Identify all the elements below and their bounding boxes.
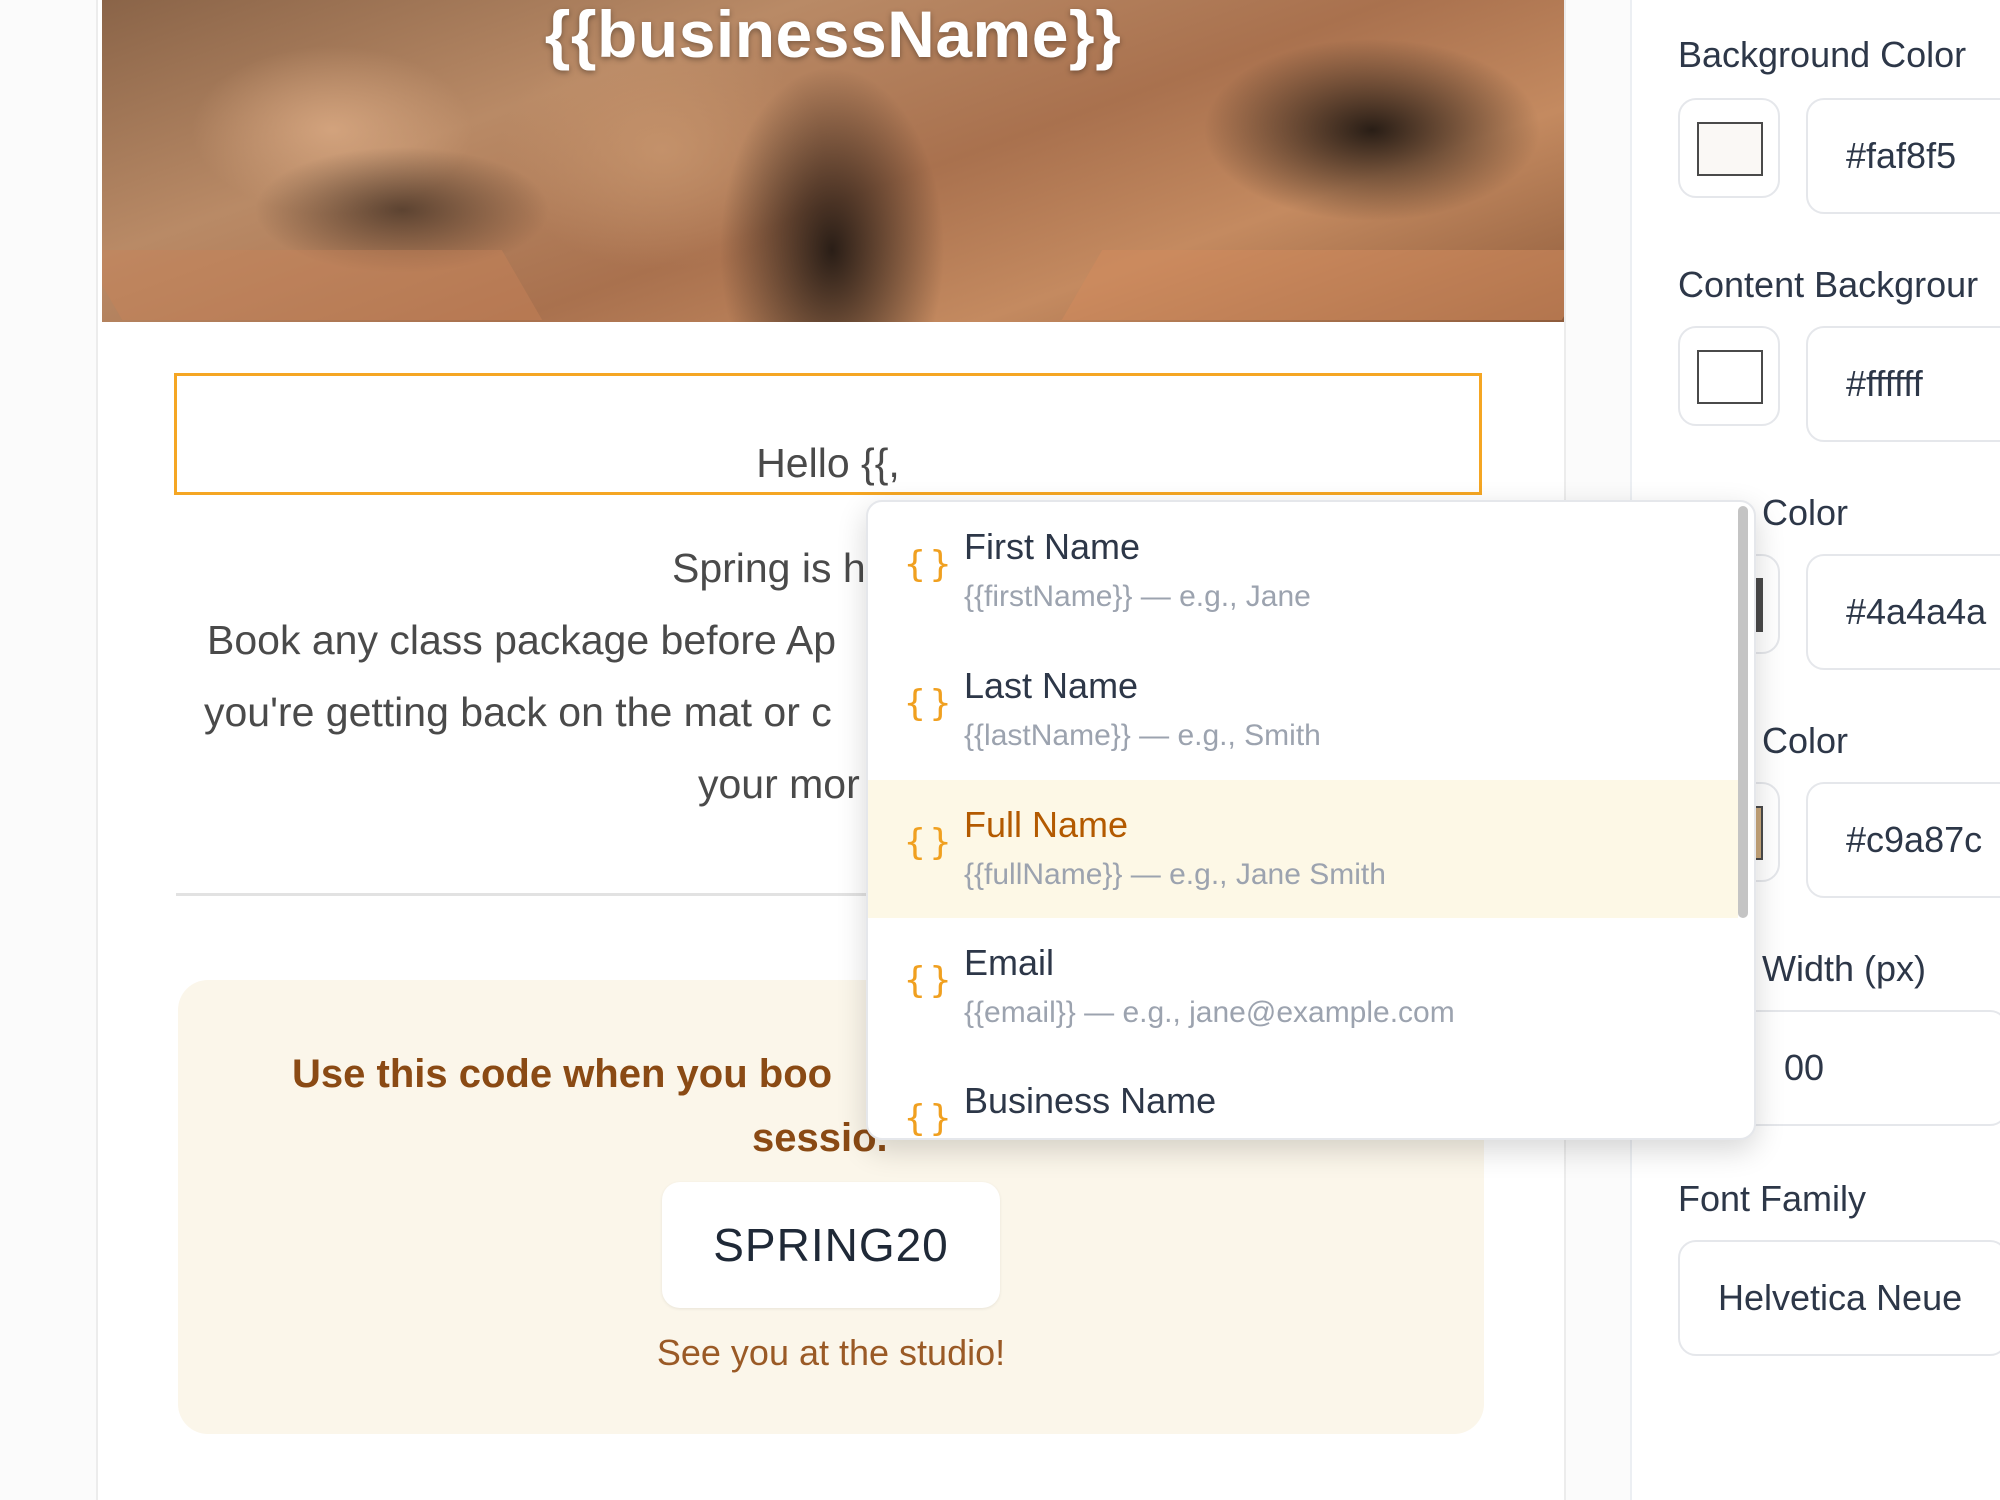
- accent-color-input[interactable]: #c9a87c: [1806, 782, 2000, 898]
- promo-code[interactable]: SPRING20: [662, 1182, 1000, 1308]
- background-color-label: Background Color: [1678, 34, 1967, 75]
- width-label: Width (px): [1762, 948, 1927, 989]
- content-background-input[interactable]: #ffffff: [1806, 326, 2000, 442]
- text-color-label: Color: [1762, 492, 1849, 533]
- braces-icon: {}: [904, 822, 956, 863]
- merge-tag-option-business-name[interactable]: {} Business Name: [868, 1056, 1738, 1139]
- font-family-label: Font Family: [1678, 1178, 1867, 1219]
- font-family-select[interactable]: Helvetica Neue: [1678, 1240, 2000, 1356]
- braces-icon: {}: [904, 544, 956, 585]
- option-description: {{firstName}} — e.g., Jane: [964, 580, 1311, 613]
- merge-tag-option-last-name[interactable]: {} Last Name {{lastName}} — e.g., Smith: [868, 641, 1738, 779]
- merge-tag-option-full-name[interactable]: {} Full Name {{fullName}} — e.g., Jane S…: [868, 780, 1738, 918]
- merge-tag-dropdown[interactable]: {} First Name {{firstName}} — e.g., Jane…: [866, 500, 1756, 1140]
- option-label: Business Name: [964, 1080, 1217, 1121]
- braces-icon: {}: [904, 960, 956, 1001]
- content-background-label: Content Backgrour: [1678, 264, 1979, 305]
- merge-tag-option-first-name[interactable]: {} First Name {{firstName}} — e.g., Jane: [868, 502, 1738, 640]
- option-label: Last Name: [964, 665, 1139, 706]
- accent-color-label: Color: [1762, 720, 1849, 761]
- swatch-fill: [1697, 122, 1763, 176]
- option-description: {{lastName}} — e.g., Smith: [964, 719, 1321, 752]
- text-color-input[interactable]: #4a4a4a: [1806, 554, 2000, 670]
- background-color-swatch[interactable]: [1678, 98, 1780, 198]
- option-label: Email: [964, 942, 1055, 983]
- option-label: Full Name: [964, 804, 1129, 845]
- hero-title[interactable]: {{businessName}}: [102, 0, 1564, 72]
- content-background-swatch[interactable]: [1678, 326, 1780, 426]
- option-description: {{fullName}} — e.g., Jane Smith: [964, 858, 1386, 891]
- dropdown-scrollbar[interactable]: [1738, 506, 1748, 918]
- swatch-fill: [1697, 350, 1763, 404]
- promo-footer: See you at the studio!: [656, 1332, 1006, 1373]
- braces-icon: {}: [904, 1098, 956, 1139]
- option-description: {{email}} — e.g., jane@example.com: [964, 996, 1455, 1029]
- hero-image: {{businessName}}: [102, 0, 1564, 322]
- option-label: First Name: [964, 526, 1141, 567]
- greeting-text-block[interactable]: Hello {{,: [174, 373, 1482, 495]
- background-color-input[interactable]: #faf8f5: [1806, 98, 2000, 214]
- merge-tag-option-email[interactable]: {} Email {{email}} — e.g., jane@example.…: [868, 918, 1738, 1056]
- braces-icon: {}: [904, 683, 956, 724]
- greeting-text[interactable]: Hello {{,: [177, 440, 1479, 487]
